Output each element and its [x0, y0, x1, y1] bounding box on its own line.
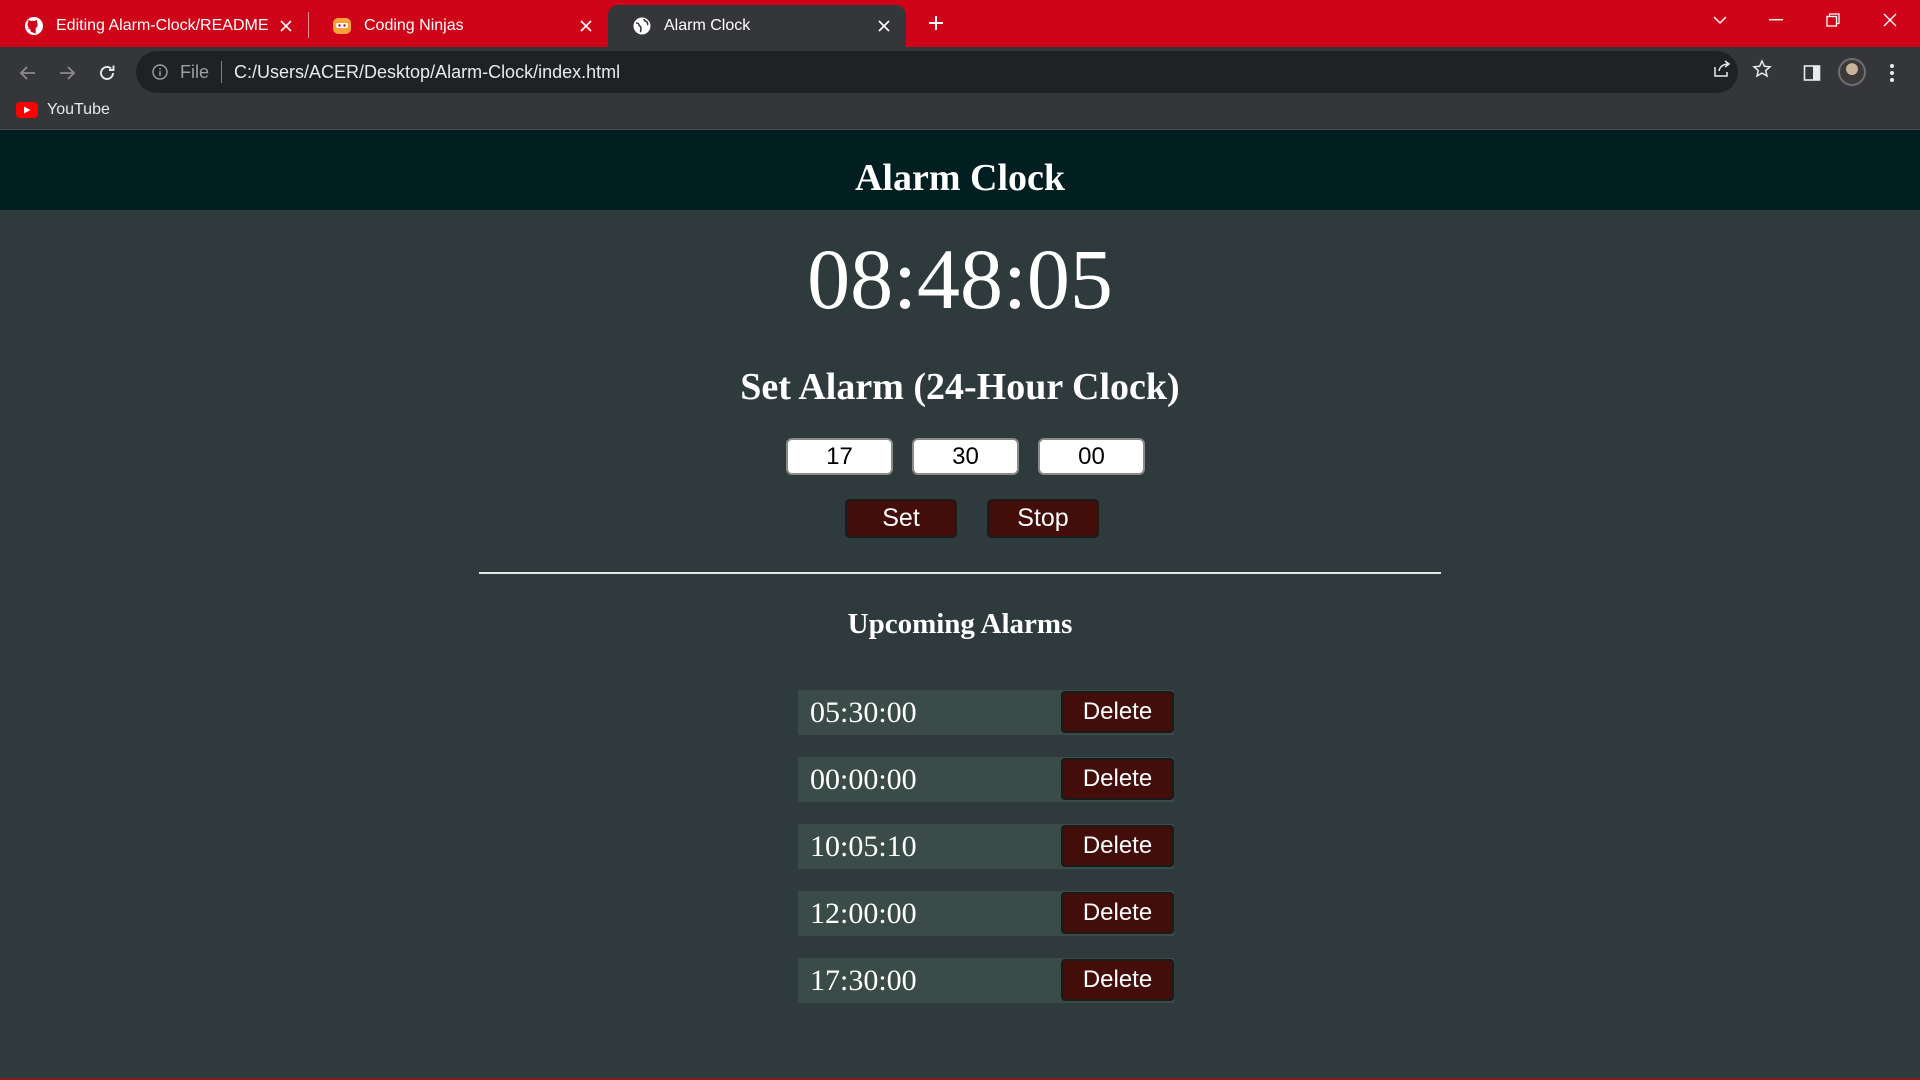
- minimize-icon: [1769, 19, 1783, 21]
- close-icon: [1883, 13, 1897, 27]
- alarm-time: 05:30:00: [810, 695, 917, 729]
- forward-button[interactable]: [47, 53, 87, 93]
- bookmark-label: YouTube: [47, 101, 110, 118]
- close-icon[interactable]: [874, 16, 894, 36]
- alarm-list: 05:30:00 Delete 00:00:00 Delete 10:05:10…: [798, 690, 1174, 1025]
- alarm-time: 12:00:00: [810, 896, 917, 930]
- reload-button[interactable]: [87, 53, 127, 93]
- tab-title: Editing Alarm-Clock/README.md: [56, 17, 268, 34]
- bookmark-star-icon[interactable]: [1751, 58, 1773, 80]
- coding-ninjas-icon: [332, 16, 352, 36]
- tab-strip: Editing Alarm-Clock/README.md Coding Nin…: [0, 0, 1920, 47]
- forward-arrow-icon: [60, 66, 76, 80]
- current-time-display: 08:48:05: [807, 231, 1113, 327]
- back-arrow-icon: [19, 66, 35, 80]
- set-button[interactable]: Set: [845, 499, 957, 538]
- info-icon[interactable]: [150, 62, 170, 82]
- tab-github-readme[interactable]: Editing Alarm-Clock/README.md: [0, 5, 308, 47]
- plus-icon: [929, 16, 943, 30]
- alarm-time: 17:30:00: [810, 963, 917, 997]
- url-text[interactable]: C:/Users/ACER/Desktop/Alarm-Clock/index.…: [234, 62, 620, 83]
- reload-icon: [100, 65, 115, 80]
- address-bar[interactable]: File C:/Users/ACER/Desktop/Alarm-Clock/i…: [136, 51, 1738, 93]
- delete-button[interactable]: Delete: [1061, 959, 1174, 1001]
- new-tab-button[interactable]: [922, 9, 950, 37]
- github-icon: [24, 16, 44, 36]
- bookmark-youtube[interactable]: YouTube: [16, 97, 110, 123]
- app-header: Alarm Clock: [0, 130, 1920, 210]
- tab-title: Alarm Clock: [664, 17, 751, 34]
- list-item: 12:00:00 Delete: [798, 891, 1174, 936]
- globe-icon: [632, 16, 652, 36]
- hours-input[interactable]: [786, 438, 893, 475]
- youtube-icon: [16, 102, 38, 118]
- profile-avatar[interactable]: [1838, 58, 1866, 86]
- side-panel-icon[interactable]: [1794, 55, 1830, 91]
- browser-toolbar: File C:/Users/ACER/Desktop/Alarm-Clock/i…: [0, 47, 1920, 130]
- tab-alarm-clock[interactable]: Alarm Clock: [608, 5, 906, 47]
- tab-coding-ninjas[interactable]: Coding Ninjas: [308, 5, 608, 47]
- alarm-time: 00:00:00: [810, 762, 917, 796]
- chevron-down-icon: [1713, 16, 1727, 24]
- tab-title: Coding Ninjas: [364, 17, 464, 34]
- section-divider: [479, 572, 1441, 574]
- set-alarm-heading: Set Alarm (24-Hour Clock): [740, 366, 1180, 408]
- delete-button[interactable]: Delete: [1061, 825, 1174, 867]
- tab-search-button[interactable]: [1692, 0, 1748, 40]
- delete-button[interactable]: Delete: [1061, 892, 1174, 934]
- page-title: Alarm Clock: [854, 157, 1066, 199]
- scheme-label: File: [180, 61, 210, 82]
- menu-kebab-icon[interactable]: [1874, 55, 1910, 91]
- alarm-time: 10:05:10: [810, 829, 917, 863]
- alarm-clock-page: Alarm Clock 08:48:05 Set Alarm (24-Hour …: [0, 130, 1920, 1080]
- seconds-input[interactable]: [1038, 438, 1145, 475]
- list-item: 17:30:00 Delete: [798, 958, 1174, 1003]
- close-window-button[interactable]: [1862, 0, 1918, 40]
- upcoming-alarms-heading: Upcoming Alarms: [847, 608, 1073, 640]
- address-divider: [221, 61, 223, 83]
- restore-icon: [1826, 13, 1840, 27]
- delete-button[interactable]: Delete: [1061, 691, 1174, 733]
- close-icon[interactable]: [276, 16, 296, 36]
- alarm-time-inputs: [786, 438, 1145, 475]
- restore-button[interactable]: [1805, 0, 1861, 40]
- minimize-button[interactable]: [1748, 0, 1804, 40]
- minutes-input[interactable]: [912, 438, 1019, 475]
- close-icon[interactable]: [576, 16, 596, 36]
- delete-button[interactable]: Delete: [1061, 758, 1174, 800]
- stop-button[interactable]: Stop: [987, 499, 1099, 538]
- list-item: 10:05:10 Delete: [798, 824, 1174, 869]
- share-icon[interactable]: [1711, 58, 1733, 80]
- back-button[interactable]: [8, 53, 48, 93]
- list-item: 00:00:00 Delete: [798, 757, 1174, 802]
- list-item: 05:30:00 Delete: [798, 690, 1174, 735]
